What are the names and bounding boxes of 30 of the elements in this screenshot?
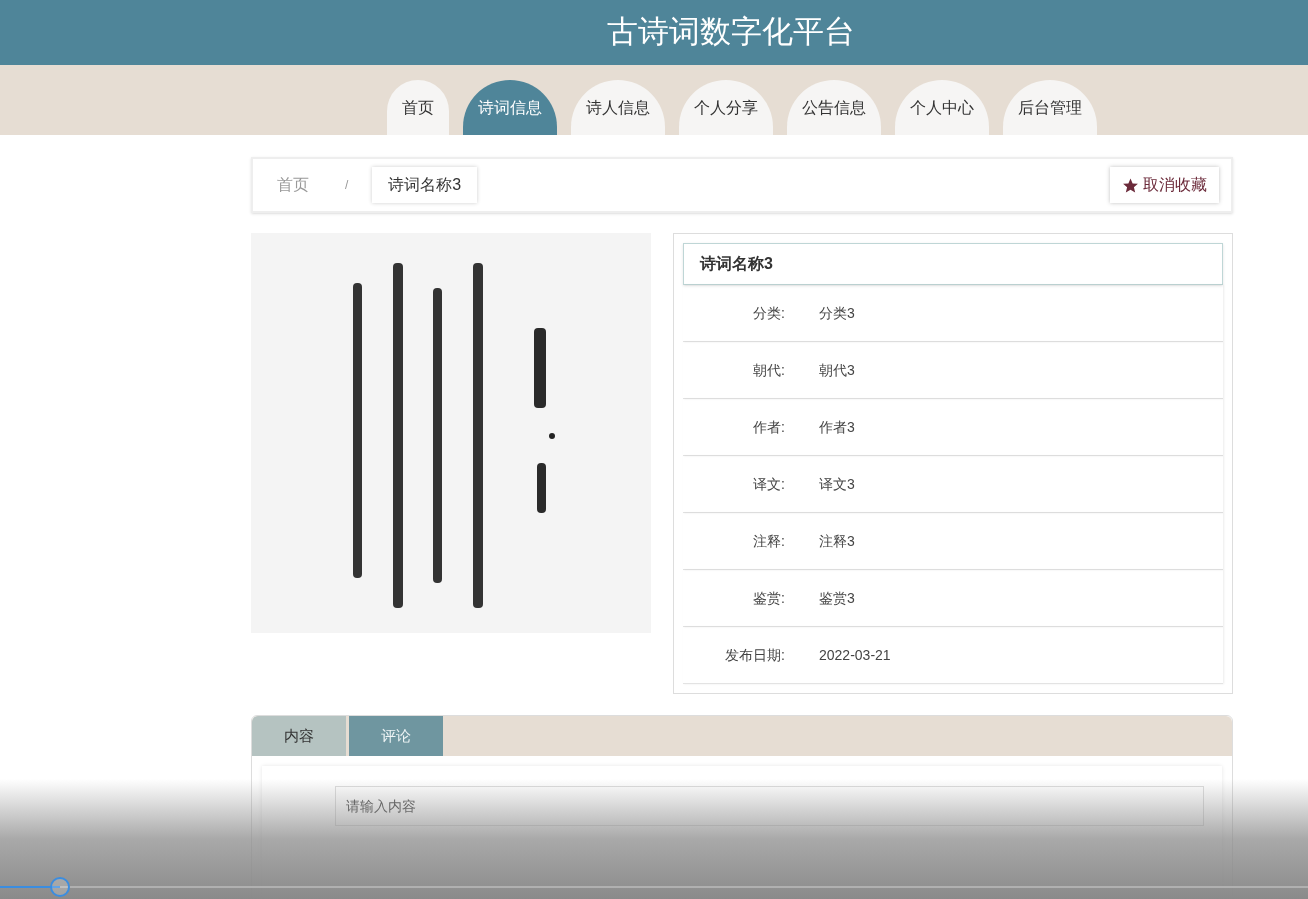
site-title: 古诗词数字化平台	[607, 13, 855, 52]
nav-tab[interactable]: 诗词信息	[463, 80, 557, 135]
comment-field[interactable]: 请输入内容	[335, 786, 1204, 826]
detail-label: 发布日期:	[724, 645, 785, 665]
breadcrumb-separator: /	[345, 177, 349, 194]
content-tab[interactable]: 内容	[252, 716, 346, 756]
nav-tab[interactable]: 个人中心	[895, 80, 989, 135]
seek-thumb[interactable]	[50, 877, 71, 897]
breadcrumb-current: 诗词名称3	[372, 167, 478, 203]
nav-tab[interactable]: 后台管理	[1003, 80, 1097, 135]
detail-label: 朝代:	[752, 360, 785, 380]
detail-value: 朝代3	[819, 360, 855, 380]
detail-value: 2022-03-21	[819, 645, 891, 665]
detail-value: 译文3	[819, 474, 855, 494]
detail-value: 分类3	[819, 303, 855, 323]
unfavorite-button[interactable]: 取消收藏	[1110, 167, 1219, 203]
detail-value: 作者3	[819, 417, 855, 437]
detail-label: 鉴赏:	[752, 588, 785, 608]
detail-label: 译文:	[752, 474, 785, 494]
nav-tab[interactable]: 公告信息	[787, 80, 881, 135]
nav-tab[interactable]: 诗人信息	[571, 80, 665, 135]
details-title: 诗词名称3	[683, 243, 1223, 285]
detail-label: 分类:	[752, 303, 785, 323]
detail-label: 注释:	[752, 531, 785, 551]
nav-tab[interactable]: 首页	[387, 80, 449, 135]
detail-label: 作者:	[752, 417, 785, 437]
nav-tab[interactable]: 个人分享	[679, 80, 773, 135]
star-icon	[1122, 176, 1139, 194]
detail-value: 鉴赏3	[819, 588, 855, 608]
detail-value: 注释3	[819, 531, 855, 551]
